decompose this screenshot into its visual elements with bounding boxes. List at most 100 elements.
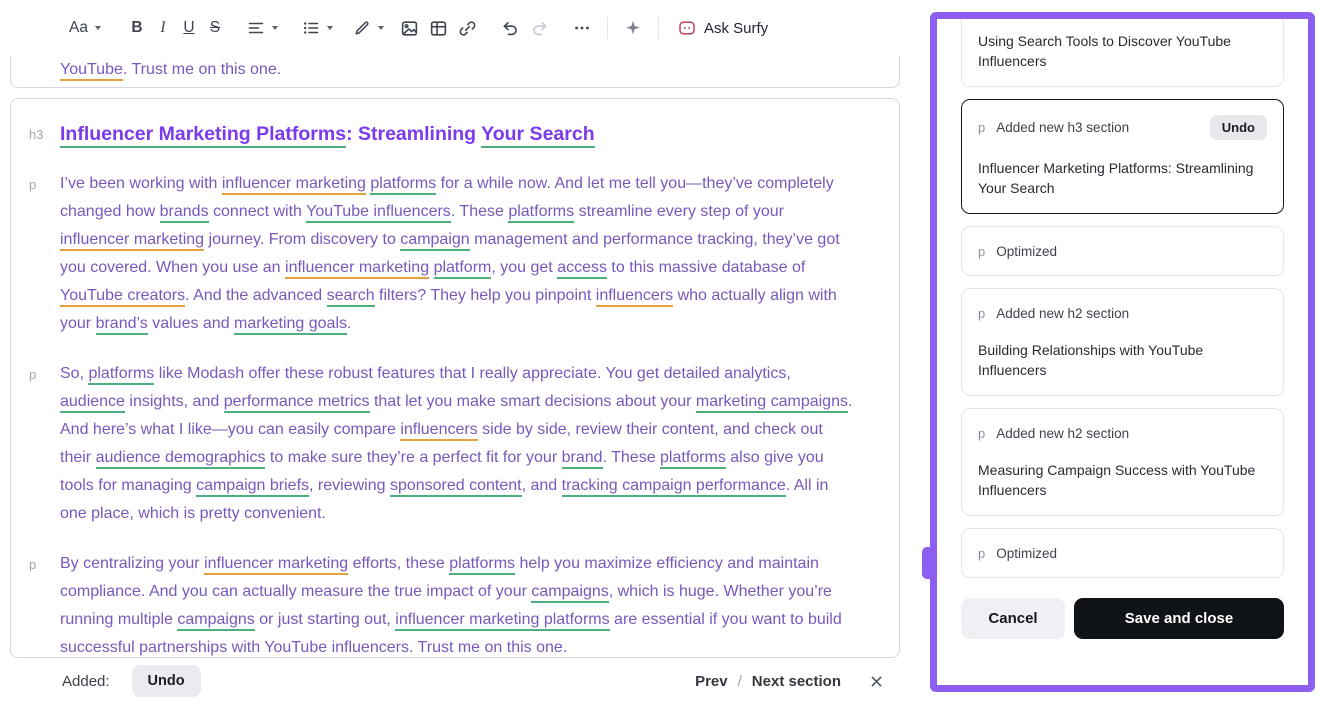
more-options-button[interactable]: [568, 13, 596, 43]
cancel-button[interactable]: Cancel: [961, 598, 1065, 639]
change-card-added-h2[interactable]: p Added new h2 section Building Relation…: [961, 288, 1284, 396]
undo-icon: [501, 19, 520, 38]
keyword-green-underline: marketing goals: [234, 315, 347, 335]
change-card-added-h3[interactable]: p Added new h3 section Undo Influencer M…: [961, 99, 1284, 214]
nav-separator: /: [738, 673, 742, 690]
insert-link-button[interactable]: [453, 13, 482, 43]
text-segment: So,: [60, 365, 88, 382]
change-card-text: Measuring Campaign Success with YouTube …: [978, 460, 1267, 500]
paragraph-block: p So, platforms like Modash offer these …: [11, 360, 899, 528]
ask-surfy-button[interactable]: Ask Surfy: [670, 12, 776, 44]
change-card-added-h2[interactable]: p Added new h2 section Measuring Campaig…: [961, 408, 1284, 516]
table-icon: [429, 19, 448, 38]
active-section[interactable]: h3 Influencer Marketing Platforms: Strea…: [10, 98, 900, 658]
keyword-green-underline: performance metrics: [224, 393, 370, 413]
redo-icon: [530, 19, 549, 38]
bold-button[interactable]: B: [124, 13, 150, 43]
strikethrough-button[interactable]: S: [202, 13, 228, 43]
keyword-green-underline: platforms: [88, 365, 154, 385]
redo-button[interactable]: [525, 13, 554, 43]
heading-block: h3 Influencer Marketing Platforms: Strea…: [11, 121, 899, 148]
paragraph-block: p By centralizing your influencer market…: [11, 550, 899, 658]
undo-added-button[interactable]: Undo: [132, 665, 201, 697]
change-card-previous[interactable]: Using Search Tools to Discover YouTube I…: [961, 19, 1284, 87]
text-segment: . Trust me on this one.: [409, 639, 567, 656]
block-type-label: p: [978, 244, 985, 259]
paragraph-text[interactable]: By centralizing your influencer marketin…: [60, 550, 857, 658]
text-segment: to this massive database of: [607, 259, 805, 276]
underline-button[interactable]: U: [176, 13, 202, 43]
text-segment: filters? They help you pinpoint: [375, 287, 596, 304]
link-icon: [458, 19, 477, 38]
ai-sparkle-button[interactable]: [619, 13, 647, 43]
insert-table-button[interactable]: [424, 13, 453, 43]
keyword-green-underline: platforms: [449, 555, 515, 575]
highlight-pen-dropdown[interactable]: [348, 13, 389, 43]
close-review-button[interactable]: [865, 670, 888, 693]
text-segment: [429, 259, 433, 276]
change-action-label: Optimized: [996, 244, 1057, 259]
keyword-orange-underline: influencer marketing: [285, 259, 429, 279]
keyword-green-underline: campaign briefs: [196, 477, 309, 497]
text-segment: connect with: [209, 203, 307, 220]
text-segment: journey. From discovery to: [204, 231, 400, 248]
text-segment: values and: [148, 315, 234, 332]
pen-icon: [353, 19, 371, 37]
paragraph-text[interactable]: So, platforms like Modash offer these ro…: [60, 360, 857, 528]
text-segment: . These: [451, 203, 509, 220]
change-card-header: p Added new h2 section: [978, 424, 1267, 442]
save-and-close-button[interactable]: Save and close: [1074, 598, 1284, 639]
undo-button[interactable]: [496, 13, 525, 43]
chevron-down-icon: [272, 26, 278, 30]
keyword-orange-underline: influencers: [596, 287, 673, 307]
keyword-green-underline: platforms: [660, 449, 726, 469]
next-section-link[interactable]: Next section: [752, 673, 841, 690]
text-segment: efforts, these: [348, 555, 449, 572]
text-segment: or just starting out,: [255, 611, 396, 628]
block-type-label: p: [978, 546, 985, 561]
change-card-optimized[interactable]: p Optimized: [961, 226, 1284, 276]
text-segment: , and: [522, 477, 562, 494]
chevron-down-icon: [378, 26, 384, 30]
text-style-dropdown[interactable]: Aa: [64, 13, 106, 43]
insert-image-button[interactable]: [395, 13, 424, 43]
keyword-orange-underline: YouTube: [60, 61, 123, 81]
text-segment: : Streamlining: [346, 123, 481, 145]
change-card-text: Using Search Tools to Discover YouTube I…: [978, 31, 1267, 71]
change-card-optimized[interactable]: p Optimized: [961, 528, 1284, 578]
list-dropdown[interactable]: [297, 13, 338, 43]
change-card-text: Building Relationships with YouTube Infl…: [978, 340, 1267, 380]
paragraph-text[interactable]: I’ve been working with influencer market…: [60, 170, 857, 338]
ask-surfy-label: Ask Surfy: [704, 20, 768, 37]
prev-section-link[interactable]: Prev: [695, 673, 728, 690]
change-card-header: p Added new h3 section Undo: [978, 115, 1267, 140]
change-card-header: p Optimized: [978, 242, 1267, 260]
editor-toolbar: Aa B I U S: [0, 0, 910, 56]
keyword-green-underline: audience demographics: [96, 449, 266, 469]
text-segment: to make sure they’re a perfect fit for y…: [265, 449, 561, 466]
keyword-green-underline: campaigns: [531, 583, 608, 603]
keyword-green-underline: brand: [562, 449, 603, 469]
undo-change-button[interactable]: Undo: [1210, 115, 1267, 140]
block-tag-label: p: [29, 170, 60, 192]
chevron-down-icon: [327, 26, 333, 30]
block-tag-label: p: [29, 360, 60, 382]
added-label: Added:: [62, 673, 110, 690]
change-card-header: p Optimized: [978, 544, 1267, 562]
section-heading[interactable]: Influencer Marketing Platforms: Streamli…: [60, 121, 857, 148]
text-segment: . Trust me on this one.: [123, 61, 281, 78]
keyword-green-underline: campaigns: [177, 611, 254, 631]
sparkle-icon: [624, 19, 642, 37]
close-icon: [869, 674, 884, 689]
keyword-green-underline: tracking campaign performance: [562, 477, 786, 497]
keyword-green-underline: audience: [60, 393, 125, 413]
text-segment: , you get: [491, 259, 557, 276]
keyword-green-underline: brand’s: [96, 315, 148, 335]
previous-section-tail[interactable]: YouTube. Trust me on this one.: [10, 56, 900, 88]
section-review-bar: Added: Undo Prev / Next section: [10, 660, 900, 702]
section-nav: Prev / Next section: [695, 673, 841, 690]
align-dropdown[interactable]: [242, 13, 283, 43]
app-root: Aa B I U S: [0, 0, 1327, 705]
keyword-green-underline: brands: [160, 203, 209, 223]
italic-button[interactable]: I: [150, 13, 176, 43]
